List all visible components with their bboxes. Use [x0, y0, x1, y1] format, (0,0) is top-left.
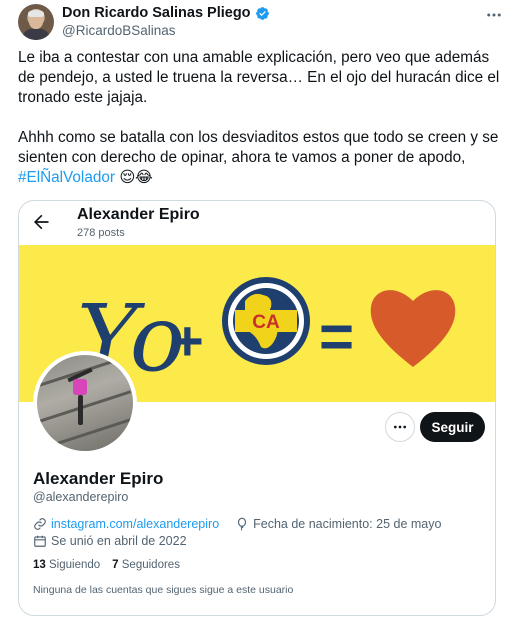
balloon-icon [235, 517, 249, 531]
author-avatar[interactable] [18, 4, 54, 40]
tweet: Don Ricardo Salinas Pliego @RicardoBSali… [0, 0, 525, 620]
tweet-text: Le iba a contestar con una amable explic… [18, 48, 508, 208]
profile-top-bar: Alexander Epiro 278 posts [19, 201, 495, 245]
no-mutual-followers-note: Ninguna de las cuentas que sigues sigue … [33, 584, 294, 596]
following-count: 13 [33, 559, 46, 571]
tweet-paragraph-2: Ahhh como se batalla con los desviaditos… [18, 128, 508, 188]
club-america-logo-icon: CA [222, 277, 310, 365]
hashtag-link[interactable]: #ElÑalVolador [18, 169, 115, 186]
banner-logo-letters: CA [252, 312, 280, 333]
banner-plus-text: + [171, 309, 204, 372]
tweet-paragraph-2-text: Ahhh como se batalla con los desviaditos… [18, 129, 499, 166]
profile-joined-date: Se unió en abril de 2022 [51, 534, 187, 548]
profile-title: Alexander Epiro [77, 206, 200, 223]
tweet-emojis: 😌😂 [119, 169, 154, 186]
author-handle[interactable]: @RicardoBSalinas [62, 23, 176, 38]
author-display-name[interactable]: Don Ricardo Salinas Pliego [62, 5, 251, 21]
profile-more-button[interactable] [385, 412, 415, 442]
profile-meta-row-1: instagram.com/alexanderepiro Fecha de na… [33, 517, 441, 531]
heart-icon [370, 290, 456, 367]
more-options-icon[interactable] [485, 6, 503, 24]
following-label: Siguiendo [49, 559, 101, 571]
profile-website-link[interactable]: instagram.com/alexanderepiro [51, 517, 219, 531]
followers-label: Seguidores [121, 559, 180, 571]
embedded-profile-image[interactable]: Alexander Epiro 278 posts Yo + CA = Segu… [18, 200, 496, 616]
follow-button[interactable]: Seguir [420, 412, 485, 442]
posts-count: 278 posts [77, 227, 125, 239]
profile-avatar[interactable] [33, 351, 137, 455]
profile-handle: @alexanderepiro [33, 490, 129, 504]
calendar-icon [33, 534, 47, 548]
banner-equals-text: = [319, 303, 354, 370]
profile-meta-row-2: Se unió en abril de 2022 [33, 534, 187, 548]
followers-stat[interactable]: 7 Seguidores [112, 559, 180, 571]
author-name-row: Don Ricardo Salinas Pliego [62, 4, 270, 22]
following-stat[interactable]: 13 Siguiendo [33, 559, 100, 571]
profile-name: Alexander Epiro [33, 469, 164, 488]
profile-birthday: Fecha de nacimiento: 25 de mayo [253, 517, 442, 531]
followers-count: 7 [112, 559, 119, 571]
link-icon [33, 517, 47, 531]
follow-stats: 13 Siguiendo 7 Seguidores [33, 559, 180, 571]
verified-badge-icon [255, 6, 270, 21]
more-dots-icon [394, 425, 406, 429]
tweet-paragraph-1: Le iba a contestar con una amable explic… [18, 49, 500, 106]
back-arrow-icon[interactable] [31, 212, 51, 232]
